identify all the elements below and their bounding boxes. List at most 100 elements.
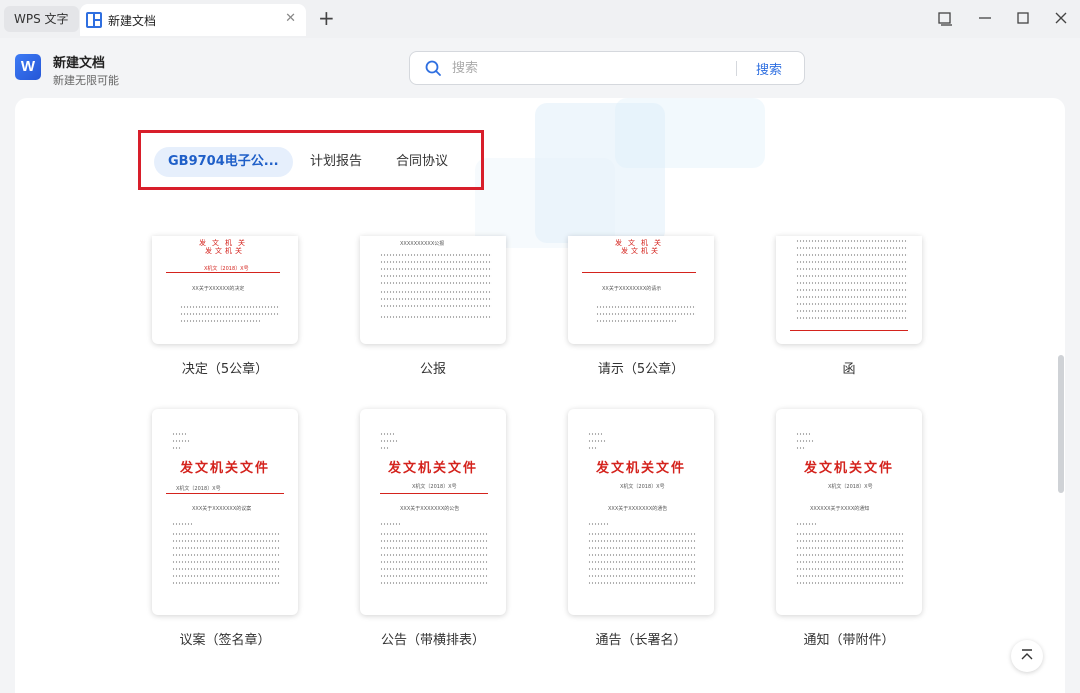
doc-red-rule (790, 330, 908, 331)
doc-body-line (796, 310, 908, 312)
doc-meta-line (172, 447, 182, 449)
doc-body-line (380, 540, 488, 542)
tab-new-document[interactable]: 新建文档 ✕ (80, 4, 306, 36)
close-window-icon[interactable] (1053, 10, 1069, 26)
doc-body-line (380, 282, 492, 284)
doc-body-line (380, 554, 488, 556)
doc-body-line (380, 291, 492, 293)
doc-body-line (796, 289, 908, 291)
back-to-top-icon[interactable] (1011, 640, 1043, 672)
doc-body-line (796, 582, 904, 584)
template-label[interactable]: 公报 (340, 358, 526, 377)
title-bar: WPS 文字 新建文档 ✕ + (0, 0, 1080, 38)
doc-body-line (588, 561, 696, 563)
doc-body-line (180, 313, 280, 315)
page-subtitle: 新建无限可能 (53, 74, 119, 87)
plus-icon[interactable]: + (318, 6, 335, 30)
tab-wps-writer[interactable]: WPS 文字 (4, 6, 79, 32)
wps-writer-logo-icon: W (15, 54, 41, 80)
doc-body-line (796, 296, 908, 298)
doc-number: X机文〔2018〕X号 (620, 484, 665, 490)
doc-meta-line (172, 440, 190, 442)
template-thumbnail[interactable]: 发文机关文件 X机文〔2018〕X号 XXX关于XXXXXXX的通告 (568, 409, 714, 615)
doc-body-line (380, 316, 492, 318)
minimize-icon[interactable] (977, 10, 993, 26)
doc-body-line (172, 540, 280, 542)
doc-body-line (596, 306, 696, 308)
doc-body-line (172, 575, 280, 577)
maximize-icon[interactable] (1015, 10, 1031, 26)
doc-subject: XXX关于XXXXXXX的公告 (400, 506, 460, 512)
doc-number: X机文〔2018〕X号 (204, 266, 249, 272)
doc-body-line (796, 240, 908, 242)
doc-body-line (796, 282, 908, 284)
doc-body-line (596, 313, 696, 315)
search-button[interactable]: 搜索 (756, 59, 782, 78)
doc-red-rule (380, 493, 488, 494)
category-tab-gb9704[interactable]: GB9704电子公... (154, 147, 293, 177)
doc-subject: XXXXXXXXXX公报 (400, 241, 445, 247)
template-thumbnail[interactable]: 发文机关文件 X机文〔2018〕X号 XXXXXX关于XXXX的通知 (776, 409, 922, 615)
template-thumbnail[interactable]: 发文机关文件 X机文〔2018〕X号 XXX关于XXXXXXX的议案 (152, 409, 298, 615)
template-label[interactable]: 通知（带附件） (756, 629, 942, 648)
category-tab-plan-report[interactable]: 计划报告 (296, 147, 376, 177)
search-input[interactable] (452, 58, 722, 78)
doc-red-rule (582, 272, 696, 273)
doc-body-line (588, 582, 696, 584)
template-label[interactable]: 决定（5公章） (132, 358, 318, 377)
doc-body-line (380, 261, 492, 263)
doc-body-line (172, 582, 280, 584)
template-thumbnail[interactable] (776, 236, 922, 344)
doc-body-line (172, 568, 280, 570)
doc-meta-line (588, 440, 606, 442)
template-label[interactable]: 议案（签名章） (132, 629, 318, 648)
template-label[interactable]: 函 (756, 358, 942, 377)
category-tab-contract[interactable]: 合同协议 (382, 147, 462, 177)
vertical-scrollbar[interactable] (1058, 355, 1064, 493)
document-tab-icon (86, 12, 102, 28)
page-header: W 新建文档 新建无限可能 搜索 (0, 38, 1080, 96)
template-thumbnail[interactable]: 发文机关 发文机关 XX关于XXXXXXXX的请示 (568, 236, 714, 344)
doc-red-header: 发文机关 (621, 247, 661, 255)
doc-body-line (380, 533, 488, 535)
doc-body-line (796, 254, 908, 256)
doc-body-line (180, 320, 260, 322)
doc-body-line (180, 306, 280, 308)
doc-subject: XXX关于XXXXXXX的通告 (608, 506, 668, 512)
doc-body-line (796, 547, 904, 549)
doc-body-line (796, 303, 908, 305)
background-decoration (615, 98, 765, 168)
doc-meta-line (796, 447, 806, 449)
doc-body-line (796, 523, 816, 525)
doc-body-line (588, 547, 696, 549)
doc-red-title: 发文机关文件 (595, 461, 686, 476)
doc-body-line (796, 568, 904, 570)
doc-body-line (380, 275, 492, 277)
restore-window-icon[interactable] (937, 10, 953, 26)
doc-body-line (796, 554, 904, 556)
search-icon (425, 60, 441, 76)
doc-subject: XX关于XXXXXXXX的请示 (602, 286, 662, 292)
template-thumbnail[interactable]: 发文机关文件 X机文〔2018〕X号 XXX关于XXXXXXX的公告 (360, 409, 506, 615)
doc-red-rule (166, 272, 280, 273)
template-thumbnail[interactable]: 发文机关 发文机关 X机文〔2018〕X号 XX关于XXXXXX的决定 (152, 236, 298, 344)
doc-red-title: 发文机关文件 (803, 461, 894, 476)
template-label[interactable]: 请示（5公章） (548, 358, 734, 377)
search-divider (736, 61, 737, 76)
doc-body-line (588, 533, 696, 535)
close-icon[interactable]: ✕ (285, 11, 296, 26)
doc-subject: XXXXXX关于XXXX的通知 (810, 506, 870, 512)
template-thumbnail[interactable]: XXXXXXXXXX公报 (360, 236, 506, 344)
doc-body-line (588, 575, 696, 577)
doc-body-line (796, 317, 908, 319)
doc-meta-line (588, 447, 598, 449)
doc-body-line (380, 523, 400, 525)
doc-body-line (380, 547, 488, 549)
template-label[interactable]: 通告（长署名） (548, 629, 734, 648)
category-tabs-highlight: GB9704电子公... 计划报告 合同协议 (138, 130, 484, 190)
template-label[interactable]: 公告（带横排表） (340, 629, 526, 648)
doc-red-header: 发文机关 (205, 247, 245, 255)
doc-body-line (588, 540, 696, 542)
background-decoration (475, 158, 615, 248)
doc-body-line (796, 247, 908, 249)
